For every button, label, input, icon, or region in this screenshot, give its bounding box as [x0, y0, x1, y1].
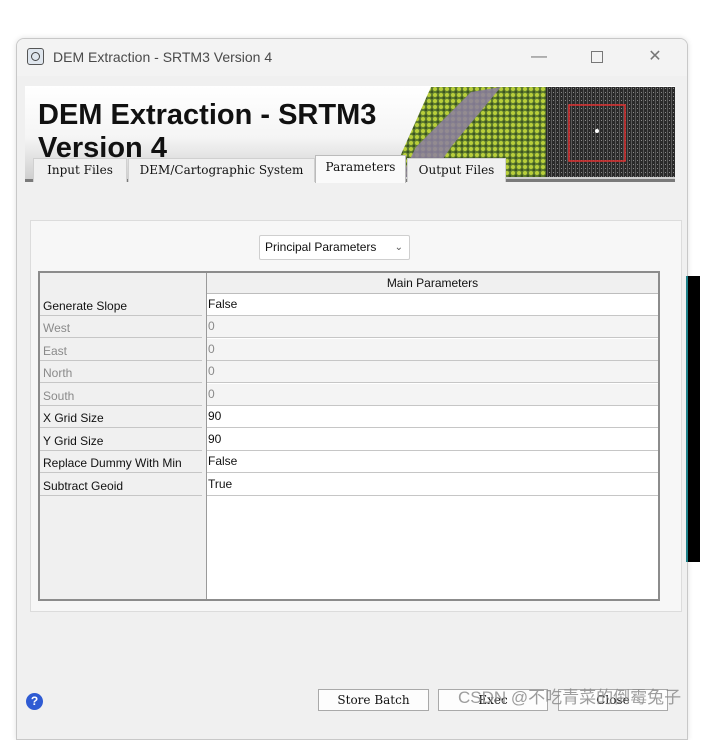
tab-parameters[interactable]: Parameters	[315, 155, 406, 183]
window-title: DEM Extraction - SRTM3 Version 4	[53, 49, 273, 65]
maximize-button[interactable]	[575, 45, 619, 69]
param-name: South	[40, 384, 202, 406]
store-batch-button[interactable]: Store Batch	[318, 689, 429, 711]
param-name: Replace Dummy With Min	[40, 451, 202, 473]
parameters-table: Main Parameters Generate Slope False Wes…	[38, 271, 660, 601]
param-name: East	[40, 339, 202, 361]
param-name: Y Grid Size	[40, 429, 202, 451]
tab-output-files[interactable]: Output Files	[407, 158, 506, 182]
close-window-button[interactable]: ✕	[633, 45, 677, 69]
column-header: Main Parameters	[207, 273, 658, 294]
param-name: West	[40, 316, 202, 338]
parameter-group-value: Principal Parameters	[265, 240, 377, 254]
param-name: North	[40, 361, 202, 383]
param-value[interactable]: False	[207, 451, 658, 473]
param-name: Subtract Geoid	[40, 474, 202, 496]
maximize-icon	[591, 50, 603, 63]
minimize-button[interactable]: —	[517, 45, 561, 69]
param-value: 0	[207, 384, 658, 406]
tab-dem-cartographic-system[interactable]: DEM/Cartographic System	[128, 158, 315, 182]
app-icon	[27, 48, 44, 65]
table-row: Subtract Geoid True	[40, 474, 658, 496]
param-value: 0	[207, 339, 658, 361]
parameters-panel: Principal Parameters ⌄ Main Parameters G…	[30, 220, 682, 612]
table-row: South 0	[40, 384, 658, 406]
param-value[interactable]: 90	[207, 429, 658, 451]
table-row: East 0	[40, 339, 658, 361]
param-name: Generate Slope	[40, 294, 202, 316]
param-value: 0	[207, 361, 658, 383]
table-row: West 0	[40, 316, 658, 338]
param-value[interactable]: 90	[207, 406, 658, 428]
table-row: X Grid Size 90	[40, 406, 658, 428]
param-value[interactable]: False	[207, 294, 658, 316]
help-icon[interactable]: ?	[26, 693, 43, 710]
title-bar: DEM Extraction - SRTM3 Version 4 — ✕	[17, 39, 687, 76]
table-row: Replace Dummy With Min False	[40, 451, 658, 473]
watermark-text: CSDN @不吃青菜的倒霉兔子	[458, 688, 682, 707]
table-row: North 0	[40, 361, 658, 383]
background-window-edge	[686, 276, 700, 562]
param-value: 0	[207, 316, 658, 338]
table-row: Y Grid Size 90	[40, 429, 658, 451]
table-row: Generate Slope False	[40, 294, 658, 316]
parameter-group-select[interactable]: Principal Parameters ⌄	[259, 235, 410, 260]
param-name: X Grid Size	[40, 406, 202, 428]
param-value[interactable]: True	[207, 474, 658, 496]
tab-input-files[interactable]: Input Files	[33, 158, 127, 182]
chevron-down-icon: ⌄	[394, 242, 403, 253]
